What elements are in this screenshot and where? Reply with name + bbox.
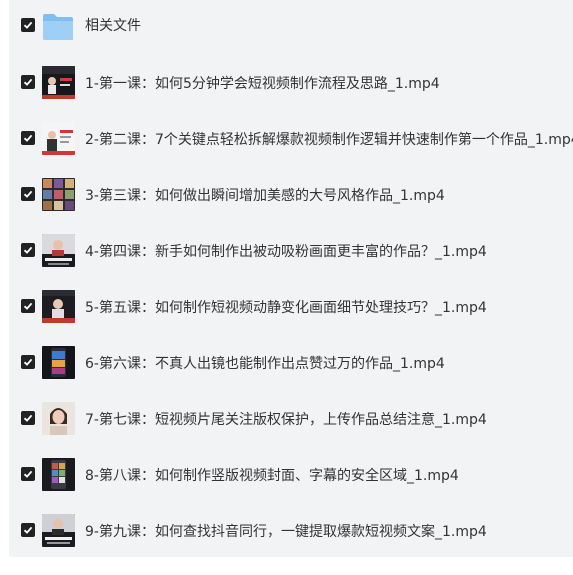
file-row[interactable]: 4-第四课：新手如何制作出被动吸粉画面更丰富的作品？_1.mp4 — [9, 224, 573, 280]
file-row[interactable]: 8-第八课：如何制作竖版视频封面、字幕的安全区域_1.mp4 — [9, 448, 573, 504]
checkbox-checked[interactable] — [21, 355, 35, 369]
file-label: 5-第五课：如何制作短视频动静变化画面细节处理技巧？_1.mp4 — [85, 300, 487, 316]
checkbox-checked[interactable] — [21, 131, 35, 145]
folder-row[interactable]: 相关文件 — [9, 0, 573, 56]
file-label: 3-第三课：如何做出瞬间增加美感的大号风格作品_1.mp4 — [85, 188, 445, 204]
check-icon — [23, 21, 33, 29]
video-thumbnail — [42, 458, 75, 491]
file-label: 2-第二课：7个关键点轻松拆解爆款视频制作逻辑并快速制作第一个作品_1.mp4 — [85, 132, 573, 148]
video-thumbnail — [42, 234, 75, 267]
checkbox-checked[interactable] — [21, 523, 35, 537]
folder-icon — [43, 14, 73, 40]
file-row[interactable]: 2-第二课：7个关键点轻松拆解爆款视频制作逻辑并快速制作第一个作品_1.mp4 — [9, 112, 573, 168]
checkbox-checked[interactable] — [21, 467, 35, 481]
file-row[interactable]: 6-第六课：不真人出镜也能制作出点赞过万的作品_1.mp4 — [9, 336, 573, 392]
file-label: 6-第六课：不真人出镜也能制作出点赞过万的作品_1.mp4 — [85, 356, 445, 372]
checkbox-checked[interactable] — [21, 187, 35, 201]
file-row[interactable]: 3-第三课：如何做出瞬间增加美感的大号风格作品_1.mp4 — [9, 168, 573, 224]
checkbox-checked[interactable] — [21, 75, 35, 89]
check-icon — [23, 134, 33, 142]
check-icon — [23, 302, 33, 310]
checkbox-checked[interactable] — [21, 299, 35, 313]
video-thumbnail — [42, 290, 75, 323]
checkbox-checked[interactable] — [21, 411, 35, 425]
video-thumbnail — [42, 514, 75, 547]
folder-label: 相关文件 — [85, 18, 141, 34]
video-thumbnail — [42, 122, 75, 155]
file-label: 1-第一课：如何5分钟学会短视频制作流程及思路_1.mp4 — [85, 76, 440, 92]
video-thumbnail — [42, 66, 75, 99]
video-thumbnail — [42, 402, 75, 435]
file-label: 9-第九课：如何查找抖音同行，一键提取爆款短视频文案_1.mp4 — [85, 524, 487, 540]
check-icon — [23, 470, 33, 478]
file-row[interactable]: 1-第一课：如何5分钟学会短视频制作流程及思路_1.mp4 — [9, 56, 573, 112]
file-label: 8-第八课：如何制作竖版视频封面、字幕的安全区域_1.mp4 — [85, 468, 459, 484]
file-row[interactable]: 5-第五课：如何制作短视频动静变化画面细节处理技巧？_1.mp4 — [9, 280, 573, 336]
file-label: 4-第四课：新手如何制作出被动吸粉画面更丰富的作品？_1.mp4 — [85, 244, 487, 260]
check-icon — [23, 358, 33, 366]
check-icon — [23, 246, 33, 254]
video-thumbnail — [42, 346, 75, 379]
file-list-panel: 相关文件 1-第一课：如何5分钟学会短视频制作流程及思路_1.mp4 2-第二课… — [9, 0, 573, 557]
check-icon — [23, 78, 33, 86]
check-icon — [23, 526, 33, 534]
file-label: 7-第七课：短视频片尾关注版权保护，上传作品总结注意_1.mp4 — [85, 412, 487, 428]
checkbox-checked[interactable] — [21, 18, 35, 32]
check-icon — [23, 414, 33, 422]
checkbox-checked[interactable] — [21, 243, 35, 257]
file-row[interactable]: 7-第七课：短视频片尾关注版权保护，上传作品总结注意_1.mp4 — [9, 392, 573, 448]
video-thumbnail — [42, 178, 75, 211]
check-icon — [23, 190, 33, 198]
file-row[interactable]: 9-第九课：如何查找抖音同行，一键提取爆款短视频文案_1.mp4 — [9, 504, 573, 560]
